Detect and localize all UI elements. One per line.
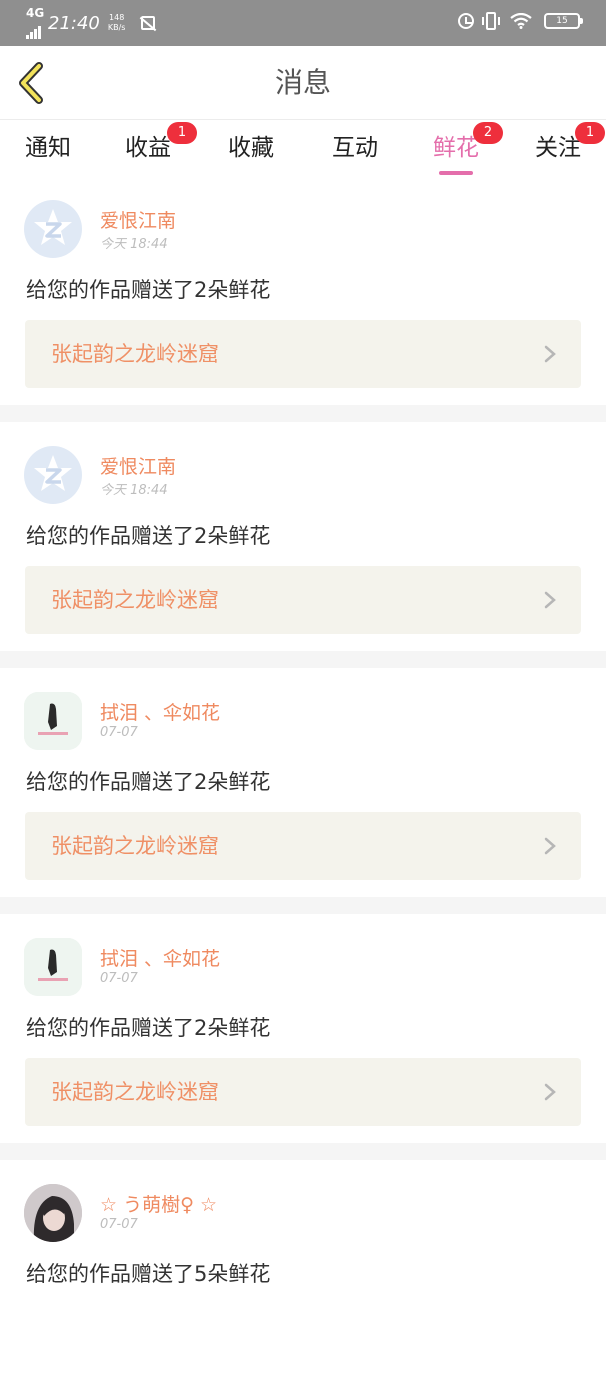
message-list: 爱恨江南 今天 18:44 给您的作品赠送了2朵鲜花 张起韵之龙岭迷窟 爱恨江南… [0,176,606,1389]
message-card: 爱恨江南 今天 18:44 给您的作品赠送了2朵鲜花 张起韵之龙岭迷窟 [0,176,606,405]
divider [0,1143,606,1160]
message-text: 给您的作品赠送了2朵鲜花 [26,278,271,302]
qq-avatar-icon[interactable] [24,200,82,258]
tab-notifications[interactable]: 通知 [25,128,71,168]
sender-name[interactable]: 拭泪 、伞如花 [100,698,220,725]
work-title: 张起韵之龙岭迷窟 [51,834,219,858]
network-speed: 148 KB/s [107,13,126,32]
sender-name[interactable]: 拭泪 、伞如花 [100,944,220,971]
tab-badge: 1 [167,122,197,144]
back-icon[interactable] [14,62,50,104]
tab-label: 通知 [25,135,71,161]
chevron-right-icon [544,837,556,855]
tab-badge: 2 [473,122,503,144]
message-card: ☆ う萌樹♀ ☆ 07-07 给您的作品赠送了5朵鲜花 [0,1160,606,1389]
message-text: 给您的作品赠送了2朵鲜花 [26,770,271,794]
message-card: 爱恨江南 今天 18:44 给您的作品赠送了2朵鲜花 张起韵之龙岭迷窟 [0,422,606,651]
work-title: 张起韵之龙岭迷窟 [51,342,219,366]
work-title: 张起韵之龙岭迷窟 [51,1080,219,1104]
work-link[interactable]: 张起韵之龙岭迷窟 [25,1058,581,1126]
tab-label: 互动 [332,135,378,161]
message-time: 今天 18:44 [100,483,168,498]
qq-avatar-icon[interactable] [24,446,82,504]
message-time: 07-07 [100,1217,138,1232]
message-time: 07-07 [100,725,138,740]
message-time: 07-07 [100,971,138,986]
tab-favorites[interactable]: 收藏 [228,128,274,168]
message-text: 给您的作品赠送了5朵鲜花 [26,1262,271,1286]
tab-earnings[interactable]: 收益 1 [125,122,197,168]
user-avatar[interactable] [24,938,82,996]
tab-flowers[interactable]: 鲜花 2 [433,122,503,175]
vibrate-icon [482,12,500,30]
tab-interactions[interactable]: 互动 [332,128,378,168]
message-text: 给您的作品赠送了2朵鲜花 [26,1016,271,1040]
divider [0,897,606,914]
sender-name[interactable]: ☆ う萌樹♀ ☆ [100,1190,217,1217]
message-text: 给您的作品赠送了2朵鲜花 [26,524,271,548]
signal-icon [26,25,42,39]
network-type: 4G [26,6,45,20]
active-tab-indicator [439,171,473,175]
alarm-icon [458,13,474,29]
user-avatar[interactable] [24,692,82,750]
work-link[interactable]: 张起韵之龙岭迷窟 [25,812,581,880]
message-card: 拭泪 、伞如花 07-07 给您的作品赠送了2朵鲜花 张起韵之龙岭迷窟 [0,914,606,1143]
header: 消息 [0,46,606,120]
tab-label: 鲜花 [433,135,479,161]
tab-badge: 1 [575,122,605,144]
message-card: 拭泪 、伞如花 07-07 给您的作品赠送了2朵鲜花 张起韵之龙岭迷窟 [0,668,606,897]
divider [0,405,606,422]
tab-label: 收益 [125,135,171,161]
sender-name[interactable]: 爱恨江南 [100,206,176,233]
user-avatar[interactable] [24,1184,82,1242]
tab-bar: 通知 收益 1 收藏 互动 鲜花 2 关注 1 [0,120,606,176]
tab-label: 收藏 [228,135,274,161]
battery-icon: 15 [544,13,583,29]
divider [0,651,606,668]
work-title: 张起韵之龙岭迷窟 [51,588,219,612]
chevron-right-icon [544,345,556,363]
work-link[interactable]: 张起韵之龙岭迷窟 [25,566,581,634]
chevron-right-icon [544,1083,556,1101]
tab-following[interactable]: 关注 1 [535,122,605,168]
clock: 21:40 [48,12,100,34]
message-time: 今天 18:44 [100,237,168,252]
page-title: 消息 [274,66,331,99]
wifi-icon [510,13,532,29]
work-link[interactable]: 张起韵之龙岭迷窟 [25,320,581,388]
status-bar: 4G 21:40 148 KB/s 15 [0,0,606,46]
tab-label: 关注 [535,135,581,161]
screenshot-icon [141,16,156,30]
chevron-right-icon [544,591,556,609]
sender-name[interactable]: 爱恨江南 [100,452,176,479]
